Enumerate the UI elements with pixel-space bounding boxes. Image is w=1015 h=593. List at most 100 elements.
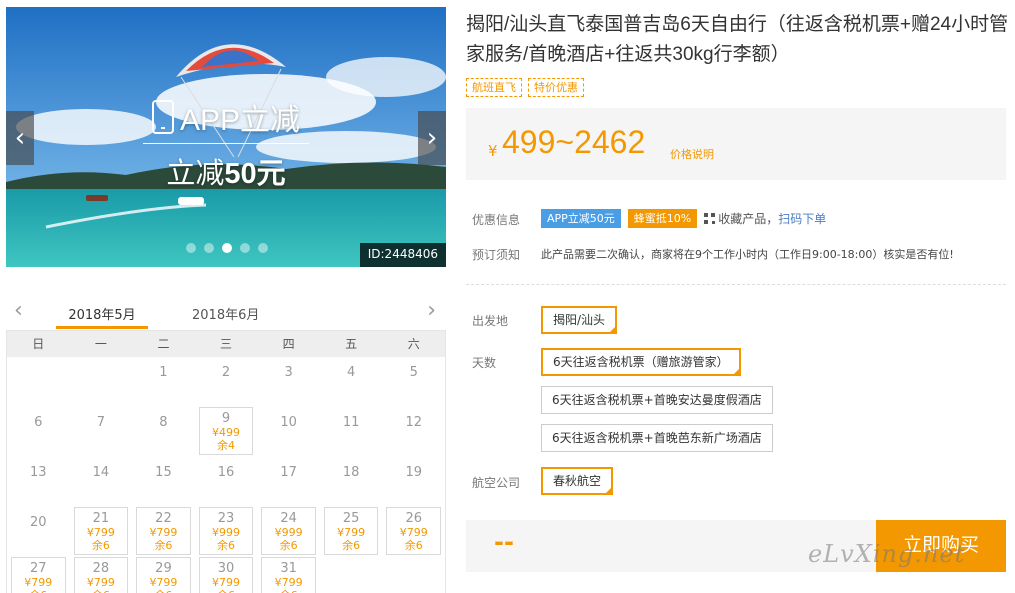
day-remaining: 余6 (200, 589, 253, 593)
calendar-day-available[interactable]: 28¥799余6 (70, 557, 133, 593)
day-price-box[interactable]: 21 ¥799 余6 (73, 507, 129, 555)
day-price-box[interactable]: 23 ¥999 余6 (198, 507, 254, 555)
airline-option[interactable]: 春秋航空 (541, 467, 614, 495)
calendar-day: 17 (280, 465, 297, 480)
day-option-3[interactable]: 6天往返含税机票+首晚芭东新广场酒店 (541, 424, 773, 452)
calendar-day: 19 (405, 465, 423, 480)
calendar-day: 20 (30, 515, 47, 530)
calendar-day-available[interactable]: 25 ¥799 余6 (320, 507, 383, 557)
calendar-day: 11 (342, 415, 360, 430)
departure-label: 出发地 (472, 314, 509, 328)
day-price: ¥799 (274, 576, 303, 589)
weekday-label: 一 (94, 337, 107, 351)
day-number: 23 (217, 511, 235, 526)
calendar-day (70, 357, 133, 407)
day-price: ¥999 (274, 526, 303, 539)
day-option-1[interactable]: 6天往返含税机票（赠旅游管家） (541, 348, 741, 376)
promo-divider (143, 143, 309, 144)
day-price: ¥799 (86, 526, 115, 539)
product-tags: 航班直飞 特价优惠 (466, 78, 584, 97)
calendar-day-available[interactable]: 21 ¥799 余6 (70, 507, 133, 557)
day-price-box[interactable]: 9 ¥499 余4 (198, 407, 254, 455)
day-price-box[interactable]: 25 ¥799 余6 (323, 507, 379, 555)
promo-overlay: APP立减 立减50元 (6, 95, 446, 192)
calendar-day-available[interactable]: 24 ¥999 余6 (257, 507, 320, 557)
price-range: 499~2462 (502, 124, 646, 160)
month-tab-may[interactable]: 2018年5月 (58, 304, 146, 323)
calendar-day: 4 (347, 365, 356, 380)
day-price-box[interactable]: 28¥799余6 (73, 557, 129, 593)
phone-icon (151, 100, 174, 134)
day-remaining: 余6 (217, 539, 236, 552)
calendar-day: 5 (409, 365, 418, 380)
calendar-prev-icon[interactable]: ‹ (14, 298, 23, 323)
app-discount-badge: APP立减50元 (541, 209, 621, 228)
banner-next-arrow[interactable]: › (418, 111, 446, 165)
calendar-day (7, 357, 70, 407)
favorite-text[interactable]: 收藏产品， (718, 212, 778, 226)
calendar-day: 16 (217, 465, 235, 480)
day-number: 24 (280, 511, 297, 526)
carousel-dot[interactable] (222, 243, 232, 253)
day-remaining: 余6 (154, 539, 173, 552)
month-tab-june[interactable]: 2018年6月 (192, 304, 259, 323)
favorite-link[interactable]: 收藏产品，扫码下单 (704, 210, 826, 227)
day-price-box[interactable]: 22 ¥799 余6 (136, 507, 191, 555)
watermark: eLvXing.net (808, 540, 966, 568)
booking-label: 预订须知 (472, 248, 521, 262)
day-price-box[interactable]: 26 ¥799 余6 (386, 507, 442, 555)
day-remaining: 余6 (262, 589, 315, 593)
calendar-day-available[interactable]: 22 ¥799 余6 (132, 507, 195, 557)
day-price: ¥799 (24, 576, 53, 589)
calendar-next-icon[interactable]: › (427, 298, 436, 323)
calendar-day: 7 (96, 415, 105, 430)
day-price-box[interactable]: 27¥799余6 (11, 557, 66, 593)
days-label: 天数 (472, 356, 497, 370)
calendar-day-available[interactable]: 29¥799余6 (132, 557, 195, 593)
price-currency: ¥ (488, 142, 498, 160)
day-option-2[interactable]: 6天往返含税机票+首晚安达曼度假酒店 (541, 386, 773, 414)
calendar-day-available[interactable]: 27¥799余6 (7, 557, 70, 593)
promo-label: 优惠信息 (472, 213, 521, 227)
tag-special-offer: 特价优惠 (528, 78, 584, 97)
day-price-box[interactable]: 29¥799余6 (136, 557, 191, 593)
carousel-dot[interactable] (204, 243, 214, 253)
day-remaining: 余6 (12, 589, 65, 593)
day-remaining: 余6 (404, 539, 423, 552)
price-note-link[interactable]: 价格说明 (670, 146, 714, 162)
calendar-day (320, 557, 383, 593)
weekday-label: 日 (32, 337, 45, 351)
day-price: ¥499 (212, 426, 241, 439)
calendar-day (382, 557, 445, 593)
carousel-dot[interactable] (240, 243, 250, 253)
carousel-dot[interactable] (258, 243, 268, 253)
day-price-box[interactable]: 31¥799余6 (261, 557, 316, 593)
scan-order-link[interactable]: 扫码下单 (778, 212, 826, 226)
day-remaining: 余6 (342, 539, 361, 552)
day-remaining: 余6 (279, 539, 298, 552)
calendar-day-available[interactable]: 31¥799余6 (257, 557, 320, 593)
calendar-day-available[interactable]: 30¥799余6 (195, 557, 258, 593)
calendar-day: 1 (159, 365, 168, 380)
product-title: 揭阳/汕头直飞泰国普吉岛6天自由行（往返含税机票+赠24小时管家服务/首晚酒店+… (466, 14, 1009, 65)
promo-bottom-prefix: 立减 (166, 158, 225, 190)
day-price-box[interactable]: 24 ¥999 余6 (261, 507, 316, 555)
departure-option[interactable]: 揭阳/汕头 (541, 306, 618, 334)
day-number: 27 (30, 561, 47, 576)
calendar-day-available[interactable]: 9 ¥499 余4 (195, 407, 258, 457)
calendar-day: 10 (280, 415, 297, 430)
calendar-grid: 日一二三四五六 1 2 3 4 5 6 7 8 9 ¥499 余4 10 11 12 13 14 15 16 17 1… (6, 330, 446, 593)
banner-prev-arrow[interactable]: ‹ (6, 111, 34, 165)
calendar-day: 13 (30, 465, 47, 480)
day-price: ¥799 (212, 576, 241, 589)
day-number: 29 (155, 561, 172, 576)
day-price: ¥799 (399, 526, 428, 539)
day-price-box[interactable]: 30¥799余6 (198, 557, 254, 593)
calendar-day: 15 (155, 465, 172, 480)
carousel-dot[interactable] (186, 243, 196, 253)
section-divider (466, 284, 1006, 285)
calendar-week-row: 6 7 8 9 ¥499 余4 10 11 12 (7, 407, 445, 457)
calendar-week-row: 20 21 ¥799 余6 22 ¥799 余6 23 ¥999 余6 24 ¥999 余6 25 ¥799… (7, 507, 445, 557)
calendar-day-available[interactable]: 26 ¥799 余6 (382, 507, 445, 557)
calendar-day-available[interactable]: 23 ¥999 余6 (195, 507, 258, 557)
